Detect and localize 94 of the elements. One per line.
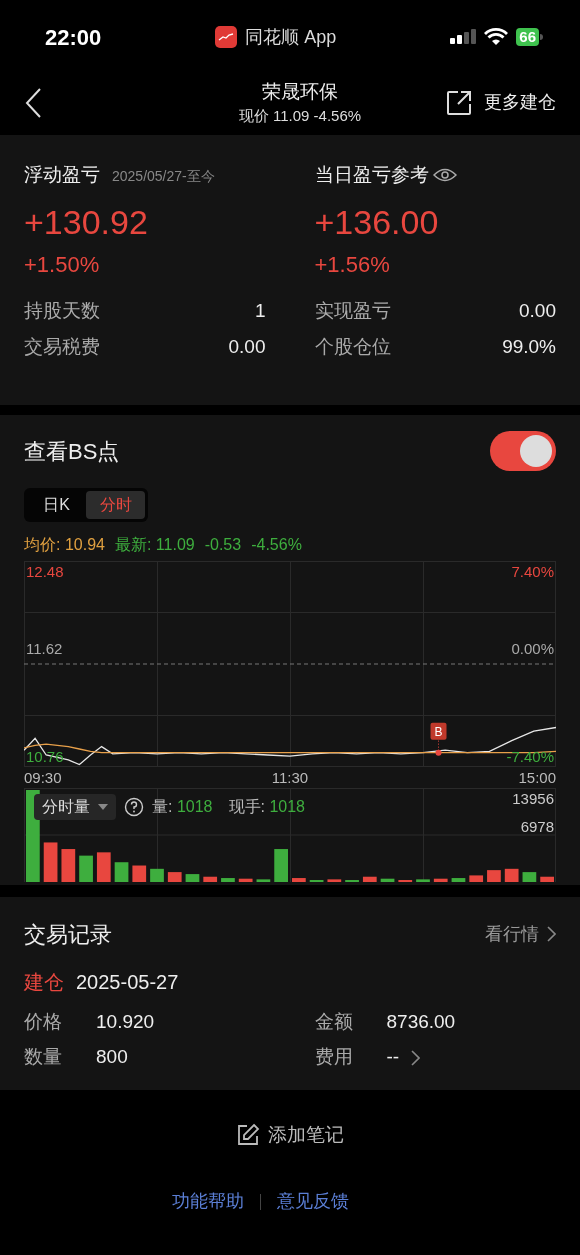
percent-change: -4.56% [251, 535, 302, 555]
edit-icon [236, 1123, 260, 1147]
pnl-label: 当日盈亏参考 [314, 163, 429, 187]
trade-type: 建仓 [24, 970, 64, 995]
signal-icon [450, 28, 477, 46]
more-positions-button[interactable]: 更多建仓 [446, 89, 556, 116]
field-label: 数量 [24, 1045, 63, 1070]
volume-bar [451, 878, 466, 882]
volume-bar [274, 849, 288, 882]
volume-bar [469, 875, 484, 882]
market-link[interactable]: 看行情 [485, 920, 556, 948]
volume-bar [362, 876, 377, 882]
field-label: 价格 [24, 1010, 63, 1035]
pnl-value: +136.00 [314, 201, 440, 243]
bs-toggle[interactable] [490, 431, 556, 471]
share-icon [446, 89, 472, 116]
pnl-value: +130.92 [24, 201, 149, 243]
time-label: 15:00 [518, 768, 556, 788]
stat-label: 实现盈亏 [314, 299, 391, 324]
field-value: 800 [96, 1045, 128, 1070]
volume-bar [256, 879, 271, 882]
trade-date: 2025-05-27 [76, 970, 179, 995]
price-change: -0.53 [204, 535, 242, 555]
date-range: 2025/05/27-至今 [112, 167, 215, 186]
stat-label: 个股仓位 [314, 335, 391, 360]
volume-bar [185, 874, 200, 882]
current-hand-text: 现手: 1018 [228, 797, 305, 817]
axis-label: 7.40% [511, 564, 554, 579]
indicator-dropdown[interactable]: 分时量 [34, 794, 116, 820]
axis-label: 0.00% [511, 641, 554, 656]
axis-label: 6978 [520, 819, 554, 834]
volume-bar [380, 878, 395, 882]
back-icon[interactable] [24, 86, 44, 119]
volume-bar [487, 870, 501, 882]
stat-value: 1 [254, 299, 266, 324]
pnl-percent: +1.56% [314, 250, 391, 279]
help-icon[interactable] [124, 797, 144, 817]
footer-link[interactable]: 功能帮助 [171, 1188, 244, 1215]
chart-tab[interactable]: 分时 [86, 491, 145, 519]
latest-price: 最新: 11.09 [114, 535, 195, 555]
volume-bar [114, 862, 129, 882]
volume-bar [43, 842, 58, 882]
volume-bar [522, 872, 537, 882]
volume-bar [167, 872, 182, 882]
volume-bar [540, 876, 554, 882]
volume-bar [416, 879, 430, 882]
pnl-label: 浮动盈亏 [24, 163, 100, 187]
axis-label: 11.62 [26, 641, 63, 656]
stat-value: 0.00 [519, 299, 556, 324]
volume-text: 量: 1018 [152, 797, 213, 817]
footer-link[interactable]: 意见反馈 [276, 1188, 349, 1215]
stock-price: 现价 11.09 -4.56% [238, 105, 362, 126]
time-label: 09:30 [24, 768, 62, 788]
volume-bar [61, 849, 76, 882]
status-time: 22:00 [45, 23, 102, 52]
add-note-button[interactable]: 添加笔记 [236, 1115, 344, 1155]
stock-name: 荣晟环保 [262, 79, 338, 104]
wifi-icon [484, 28, 509, 46]
chart-tab[interactable]: 日K [27, 491, 86, 519]
caret-icon [98, 804, 108, 810]
field-label: 费用 [314, 1045, 354, 1070]
eye-icon[interactable] [432, 167, 457, 184]
stat-value: 0.00 [228, 335, 266, 360]
volume-bar [504, 868, 519, 882]
volume-bar [203, 876, 218, 882]
field-value: 8736.00 [386, 1010, 456, 1035]
field-value: -- [386, 1045, 400, 1070]
volume-bar [150, 868, 164, 882]
section-title: 交易记录 [24, 920, 112, 949]
volume-bar [79, 855, 93, 882]
app-logo-icon [215, 26, 238, 48]
average-price: 均价: 10.94 [24, 535, 105, 555]
stat-label: 交易税费 [24, 335, 100, 360]
field-value: 10.920 [96, 1010, 155, 1035]
axis-label: 10.76 [26, 749, 64, 764]
volume-bar [221, 878, 235, 882]
volume-bar [292, 878, 306, 882]
section-title: 查看BS点 [24, 437, 120, 466]
axis-label: 12.48 [26, 564, 64, 579]
field-label: 金额 [314, 1010, 354, 1035]
pnl-percent: +1.50% [24, 250, 101, 279]
volume-bar [96, 852, 111, 882]
app-name: 同花顺 App [245, 25, 337, 49]
volume-bar [327, 879, 342, 882]
axis-label: -7.40% [506, 749, 554, 764]
stat-value: 99.0% [502, 335, 556, 360]
volume-bar [433, 878, 448, 882]
chevron-right-icon [547, 926, 556, 942]
chevron-right-icon[interactable] [411, 1049, 421, 1066]
volume-bar [238, 878, 253, 882]
axis-label: 13956 [512, 791, 554, 806]
volume-bar [132, 865, 147, 882]
time-label: 11:30 [271, 768, 309, 788]
stat-label: 持股天数 [24, 299, 100, 324]
